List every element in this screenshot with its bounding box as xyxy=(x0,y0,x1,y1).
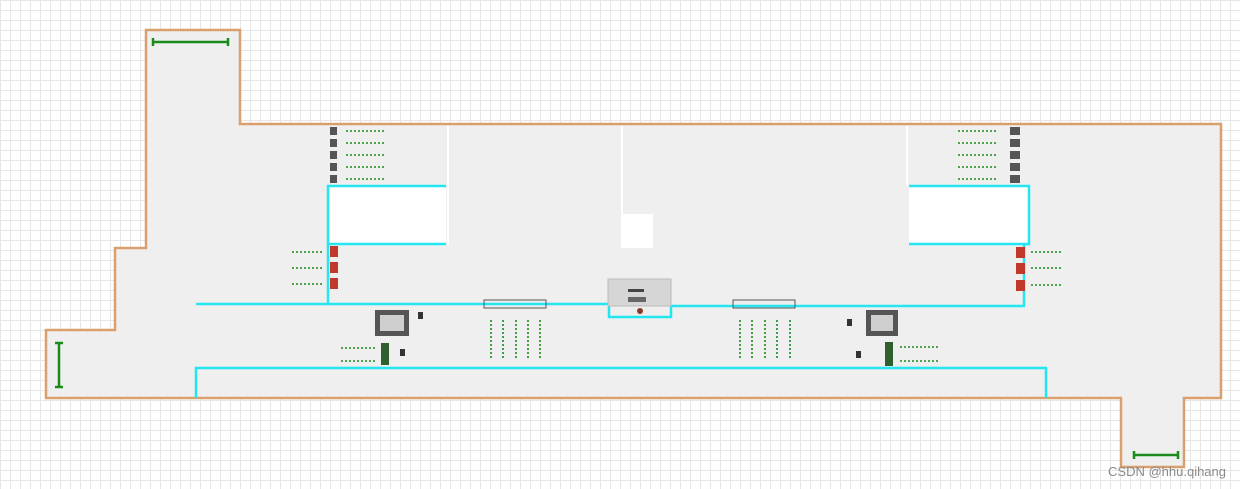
service-point-icon xyxy=(885,342,893,366)
watermark: CSDN @hhu.qihang xyxy=(1108,464,1226,479)
left-room xyxy=(328,186,446,244)
building-outline xyxy=(44,28,1223,469)
person-icon xyxy=(418,312,423,319)
person-icon xyxy=(637,308,643,314)
floor-plan-diagram xyxy=(44,28,1223,469)
person-icon xyxy=(856,351,861,358)
person-icon xyxy=(400,349,405,356)
right-room xyxy=(909,186,1029,244)
service-point-icon xyxy=(381,343,389,365)
center-pillar xyxy=(621,214,653,248)
person-icon xyxy=(847,319,852,326)
service-point-icon xyxy=(1016,247,1025,291)
service-point-icon xyxy=(330,246,338,289)
